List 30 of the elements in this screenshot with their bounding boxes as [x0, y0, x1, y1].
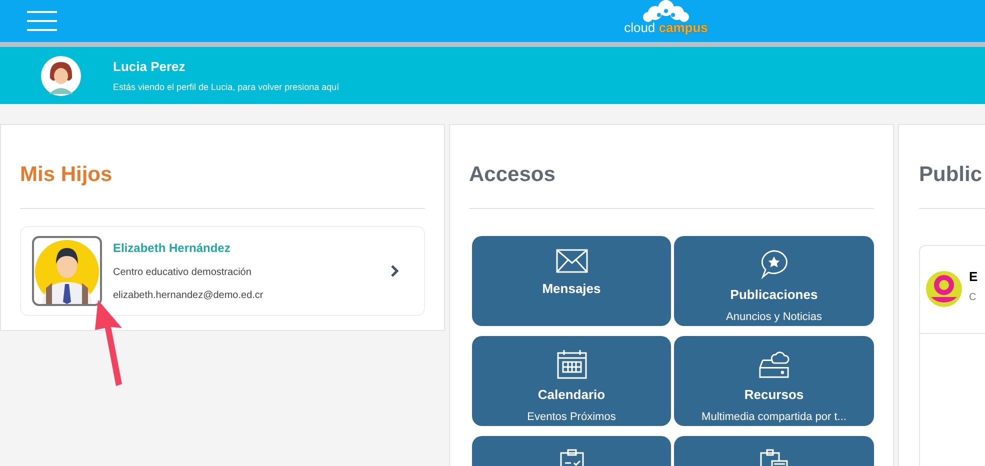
envelope-icon — [556, 248, 588, 272]
tile-title: Calendario — [538, 386, 606, 404]
access-tile[interactable]: Recursos Multimedia compartida por t... — [674, 336, 874, 426]
post-author: E — [969, 268, 978, 286]
tile-title: Mensajes — [542, 280, 601, 298]
tile-subtitle: Eventos Próximos — [527, 410, 616, 425]
post-avatar-icon — [926, 271, 962, 307]
access-tile[interactable]: Publicaciones Anuncios y Noticias — [674, 236, 874, 326]
tile-title: Publicaciones — [730, 286, 818, 304]
tile-subtitle: Multimedia compartida por t... — [702, 410, 846, 425]
panel-title: Accesos — [469, 159, 874, 208]
student-avatar-icon — [32, 236, 102, 306]
child-card[interactable]: Elizabeth Hernández Centro educativo demostración elizabeth.hernandez@demo.ed.cr — [20, 226, 425, 316]
profile-name: Lucia Perez — [113, 58, 186, 76]
chevron-right-icon — [391, 264, 399, 276]
woman-avatar-icon — [41, 56, 81, 96]
access-tile[interactable]: Mensajes — [472, 236, 671, 326]
child-email: elizabeth.hernandez@demo.ed.cr — [113, 288, 264, 302]
logo-text: cloud campus — [624, 21, 708, 34]
child-name: Elizabeth Hernández — [113, 240, 232, 256]
menu-icon[interactable] — [27, 10, 57, 32]
panel-title: Mis Hijos — [20, 159, 425, 208]
panel-title: Public — [919, 159, 985, 208]
calendar-icon — [556, 348, 586, 378]
child-school: Centro educativo demostración — [113, 266, 252, 280]
cloud-drive-icon — [758, 348, 790, 378]
tile-subtitle: Anuncios y Noticias — [726, 310, 822, 325]
tile-title: Recursos — [744, 386, 804, 404]
post-subtitle: C — [969, 291, 978, 306]
access-tile[interactable]: Calendario Eventos Próximos — [472, 336, 671, 426]
